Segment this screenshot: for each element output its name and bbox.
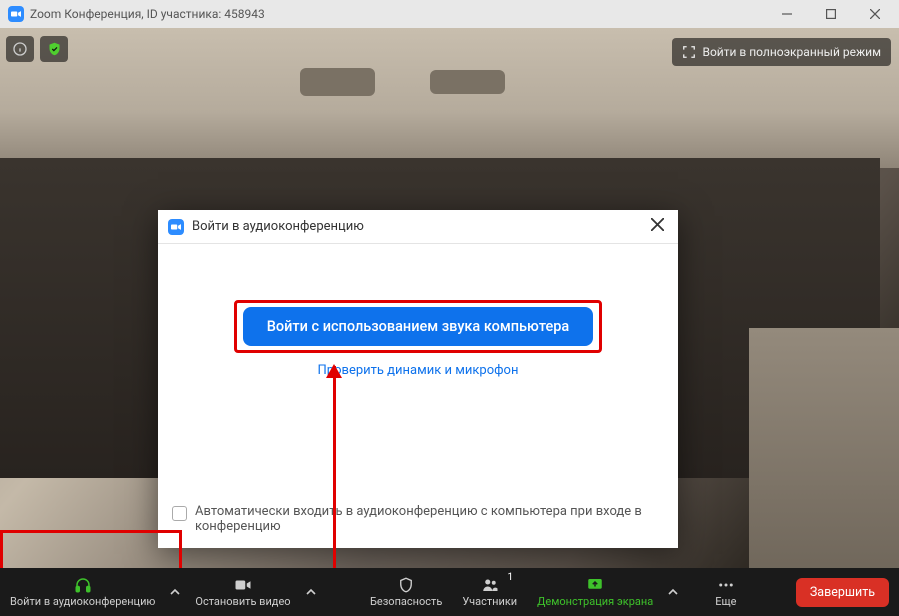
- video-options-chevron[interactable]: [301, 568, 321, 616]
- info-icon[interactable]: [6, 36, 34, 62]
- shield-icon: [396, 576, 416, 594]
- enter-fullscreen-button[interactable]: Войти в полноэкранный режим: [672, 38, 891, 66]
- join-audio-dialog: Войти в аудиоконференцию Войти с использ…: [158, 210, 678, 548]
- zoom-dialog-icon: [168, 219, 184, 235]
- security-button[interactable]: Безопасность: [360, 568, 452, 616]
- share-screen-button[interactable]: Демонстрация экрана: [527, 568, 663, 616]
- window-titlebar: Zoom Конференция, ID участника: 458943: [0, 0, 899, 28]
- auto-join-audio-checkbox[interactable]: [172, 506, 187, 521]
- meeting-toolbar: Войти в аудиоконференцию Остановить виде…: [0, 568, 899, 616]
- participants-count-badge: 1: [507, 572, 513, 583]
- chevron-up-icon: [306, 587, 316, 597]
- participants-label: Участники: [462, 595, 517, 608]
- annotation-highlight: Войти с использованием звука компьютера: [234, 300, 602, 353]
- minimize-button[interactable]: [765, 0, 809, 28]
- dialog-title: Войти в аудиоконференцию: [192, 219, 364, 234]
- stop-video-button[interactable]: Остановить видео: [185, 568, 300, 616]
- window-title: Zoom Конференция, ID участника: 458943: [30, 7, 265, 21]
- share-options-chevron[interactable]: [663, 568, 683, 616]
- close-button[interactable]: [853, 0, 897, 28]
- auto-join-audio-label: Автоматически входить в аудиоконференцию…: [195, 504, 664, 534]
- chevron-up-icon: [170, 587, 180, 597]
- more-button[interactable]: Еще: [705, 568, 746, 616]
- join-with-computer-audio-button[interactable]: Войти с использованием звука компьютера: [243, 307, 593, 346]
- headphones-icon: [73, 576, 93, 594]
- share-screen-icon: [585, 576, 605, 594]
- participants-button[interactable]: 1 Участники: [452, 568, 527, 616]
- annotation-arrow: [333, 366, 336, 570]
- fullscreen-icon: [682, 45, 696, 59]
- security-label: Безопасность: [370, 595, 442, 608]
- audio-options-chevron[interactable]: [165, 568, 185, 616]
- more-label: Еще: [715, 595, 736, 608]
- zoom-app-icon: [8, 6, 24, 22]
- chevron-up-icon: [668, 587, 678, 597]
- maximize-button[interactable]: [809, 0, 853, 28]
- encryption-shield-icon[interactable]: [40, 36, 68, 62]
- join-audio-label: Войти в аудиоконференцию: [10, 595, 155, 608]
- more-icon: [716, 576, 736, 594]
- dialog-close-button[interactable]: [647, 214, 668, 239]
- fullscreen-label: Войти в полноэкранный режим: [702, 45, 881, 59]
- end-meeting-button[interactable]: Завершить: [796, 578, 889, 607]
- close-icon: [651, 218, 664, 231]
- test-speaker-microphone-link[interactable]: Проверить динамик и микрофон: [318, 363, 519, 378]
- video-icon: [233, 576, 253, 594]
- join-audio-button[interactable]: Войти в аудиоконференцию: [0, 568, 165, 616]
- annotation-arrow-head: [326, 364, 342, 378]
- stop-video-label: Остановить видео: [195, 595, 290, 608]
- share-screen-label: Демонстрация экрана: [537, 595, 653, 608]
- participants-icon: [480, 576, 500, 594]
